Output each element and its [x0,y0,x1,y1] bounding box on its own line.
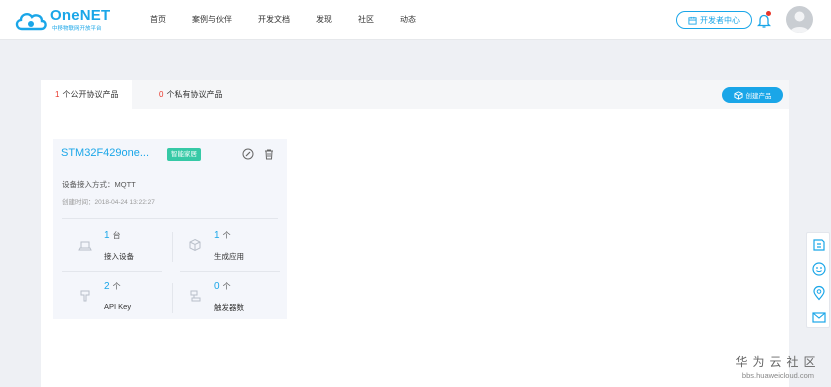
dev-center-label: 开发者中心 [700,15,740,25]
triggers-label: 触发器数 [214,303,244,312]
cloud-logo-icon [15,12,47,31]
trigger-icon [190,290,201,302]
stat-divider-horizontal [180,271,280,272]
create-product-button[interactable]: 创建产品 [722,87,783,103]
nav-discover[interactable]: 发现 [316,0,332,40]
user-silhouette-icon [790,11,809,33]
nav-home[interactable]: 首页 [150,0,166,40]
nav-dev-docs[interactable]: 开发文档 [258,0,290,40]
public-count: 1 [55,90,60,99]
stat-divider-vertical [172,232,173,262]
notification-button[interactable] [757,11,773,29]
stat-divider-horizontal [62,271,162,272]
category-tag: 智能家居 [167,148,201,161]
product-card[interactable]: STM32F429one... 智能家居 设备接入方式：MQTT 创建时间：20… [53,139,287,319]
stat-triggers[interactable]: 0个 触发器数 [172,275,272,319]
trash-icon[interactable] [263,148,275,160]
devices-label: 接入设备 [104,252,134,261]
apps-label: 生成应用 [214,252,244,261]
products-panel: 1 个公开协议产品 0 个私有协议产品 创建产品 STM32F429one... 智… [41,80,789,387]
onenet-logo[interactable]: OneNET 中移物联网开放平台 [14,7,124,34]
floating-toolbar [806,232,830,328]
stat-divider-vertical [172,283,173,313]
watermark: 华为云社区 bbs.huaweicloud.com [730,353,826,380]
api-keys-label: API Key [104,302,132,311]
public-tab-label: 个公开协议产品 [62,90,119,99]
stat-api-keys[interactable]: 2个 API Key [62,275,162,319]
access-method: 设备接入方式：MQTT [62,180,136,189]
calendar-icon [688,16,697,25]
apps-unit: 个 [222,231,231,240]
cube-icon [189,238,201,252]
tab-public-products[interactable]: 1 个公开协议产品 [41,80,133,109]
create-product-label: 创建产品 [745,93,772,100]
nav-community[interactable]: 社区 [358,0,374,40]
user-avatar[interactable] [786,6,813,33]
watermark-url: bbs.huaweicloud.com [741,371,815,380]
edit-icon[interactable] [242,148,254,160]
private-count: 0 [159,90,164,99]
stat-devices[interactable]: 1台 接入设备 [62,224,162,268]
main-nav: 首页 案例与伙伴 开发文档 发现 社区 动态 [150,0,442,40]
notification-dot [766,11,771,16]
top-header: OneNET 中移物联网开放平台 首页 案例与伙伴 开发文档 发现 社区 动态 … [0,0,831,40]
product-title[interactable]: STM32F429one... [61,147,149,159]
key-icon [80,290,90,302]
apps-count: 1 [214,230,220,241]
brand-subtitle: 中移物联网开放平台 [52,26,102,32]
triggers-count: 0 [214,281,220,292]
tab-private-products[interactable]: 0 个私有协议产品 [145,80,236,109]
triggers-unit: 个 [222,282,231,291]
devices-count: 1 [104,230,110,241]
nav-cases-partners[interactable]: 案例与伙伴 [192,0,232,40]
api-keys-count: 2 [104,281,110,292]
brand-name: OneNET [50,7,111,24]
location-icon[interactable] [811,285,827,301]
nav-news[interactable]: 动态 [400,0,416,40]
dev-center-button[interactable]: 开发者中心 [676,11,752,29]
box-icon [733,90,743,100]
feedback-icon[interactable] [811,237,827,253]
api-keys-unit: 个 [112,282,121,291]
card-divider [62,218,278,219]
stat-apps[interactable]: 1个 生成应用 [172,224,272,268]
watermark-title: 华为云社区 [735,355,821,369]
product-tabs: 1 个公开协议产品 0 个私有协议产品 创建产品 [41,80,789,109]
created-time: 创建时间：2018-04-24 13:22:27 [62,199,155,206]
smiley-icon[interactable] [811,261,827,277]
mail-icon[interactable] [811,309,827,325]
device-icon [78,241,92,251]
devices-unit: 台 [112,231,121,240]
private-tab-label: 个私有协议产品 [166,90,223,99]
